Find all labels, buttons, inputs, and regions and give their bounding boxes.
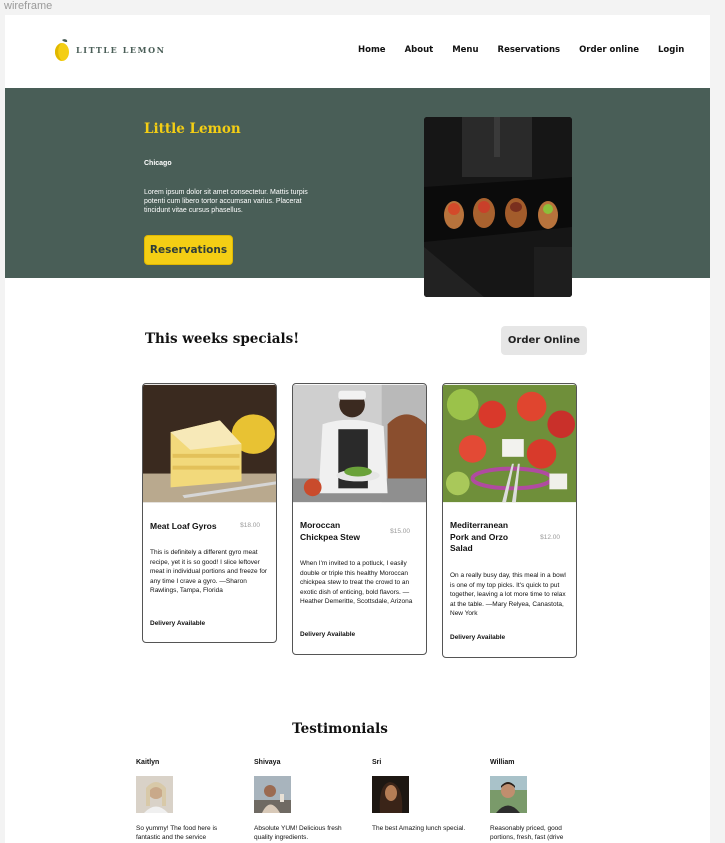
- frame-label: wireframe: [4, 0, 53, 12]
- card-description: When I'm invited to a potluck, I easily …: [300, 560, 413, 605]
- page: LITTLE LEMON Home About Menu Reservation…: [5, 15, 710, 843]
- main-nav: Home About Menu Reservations Order onlin…: [358, 45, 703, 55]
- order-online-button[interactable]: Order Online: [501, 326, 587, 355]
- nav-login[interactable]: Login: [658, 45, 684, 55]
- card-price: $12.00: [540, 534, 560, 541]
- card-delivery: Delivery Available: [150, 620, 206, 627]
- card-price: $18.00: [240, 522, 260, 529]
- special-card[interactable]: Moroccan Chickpea Stew $15.00 When I'm i…: [292, 383, 427, 655]
- nav-home[interactable]: Home: [358, 45, 386, 55]
- card-price: $15.00: [390, 528, 410, 535]
- site-header: LITTLE LEMON Home About Menu Reservation…: [5, 15, 710, 88]
- hero-section: Little Lemon Chicago Lorem ipsum dolor s…: [5, 88, 710, 278]
- nav-about[interactable]: About: [405, 45, 434, 55]
- testimonial-avatar: [254, 776, 291, 813]
- specials-title: This weeks specials!: [145, 331, 300, 347]
- card-description: This is definitely a different gyro meat…: [150, 549, 268, 594]
- mediterranean-salad-image: [443, 384, 576, 503]
- testimonial-text: Reasonably priced, good portions, fresh,…: [490, 825, 564, 841]
- card-name: Moroccan Chickpea Stew: [300, 520, 360, 542]
- hero-description: Lorem ipsum dolor sit amet consectetur. …: [144, 189, 308, 214]
- testimonial-card: William Reasonably priced, good portions…: [490, 759, 590, 842]
- special-card[interactable]: Mediterranean Pork and Orzo Salad $12.00…: [442, 383, 577, 658]
- testimonials-title: Testimonials: [292, 721, 388, 737]
- nav-menu[interactable]: Menu: [452, 45, 478, 55]
- testimonial-name: Kaitlyn: [136, 759, 160, 766]
- testimonial-name: Shivaya: [254, 759, 281, 766]
- special-card[interactable]: Meat Loaf Gyros $18.00 This is definitel…: [142, 383, 277, 643]
- logo[interactable]: LITTLE LEMON: [54, 38, 166, 62]
- card-delivery: Delivery Available: [450, 634, 506, 641]
- testimonial-card: Shivaya Absolute YUM! Delicious fresh qu…: [254, 759, 354, 842]
- moroccan-chickpea-stew-image: [293, 384, 426, 503]
- testimonial-card: Kaitlyn So yummy! The food here is fanta…: [136, 759, 236, 842]
- logo-text: LITTLE LEMON: [76, 45, 166, 55]
- hero-city: Chicago: [144, 160, 172, 167]
- testimonial-card: Sri The best Amazing lunch special.: [372, 759, 472, 833]
- hero-food-image: [424, 117, 572, 297]
- reservations-button[interactable]: Reservations: [144, 235, 233, 265]
- testimonial-avatar: [372, 776, 409, 813]
- nav-order-online[interactable]: Order online: [579, 45, 639, 55]
- card-name: Mediterranean Pork and Orzo Salad: [450, 520, 509, 553]
- hero-title: Little Lemon: [144, 121, 241, 137]
- card-name: Meat Loaf Gyros: [150, 521, 217, 531]
- meat-loaf-gyros-image: [143, 384, 276, 503]
- testimonial-avatar: [136, 776, 173, 813]
- card-delivery: Delivery Available: [300, 631, 356, 638]
- testimonial-text: Absolute YUM! Delicious fresh quality in…: [254, 825, 342, 841]
- nav-reservations[interactable]: Reservations: [498, 45, 561, 55]
- lemon-logo-icon: [54, 38, 70, 62]
- testimonial-name: Sri: [372, 759, 382, 766]
- testimonial-text: The best Amazing lunch special.: [372, 825, 466, 832]
- testimonial-name: William: [490, 759, 515, 766]
- testimonial-text: So yummy! The food here is fantastic and…: [136, 825, 218, 841]
- testimonial-avatar: [490, 776, 527, 813]
- card-description: On a really busy day, this meal in a bow…: [450, 572, 566, 617]
